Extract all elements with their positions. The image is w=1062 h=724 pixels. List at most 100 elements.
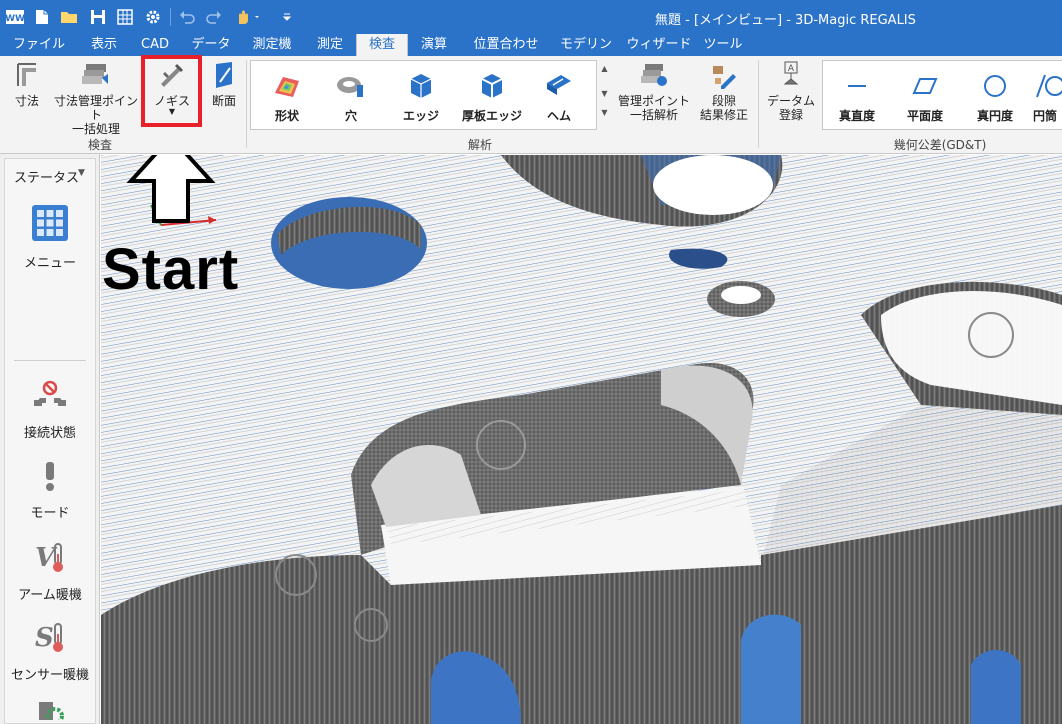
tab-tool[interactable]: ツール — [700, 34, 746, 56]
sensor-warmup-item[interactable]: S センサー暖機 — [8, 620, 92, 683]
management-point-icon — [616, 60, 692, 90]
group-label-analysis: 解析 — [467, 138, 492, 152]
gallery-expand-icon[interactable]: ▼ — [597, 108, 612, 117]
hand-icon[interactable] — [233, 6, 263, 28]
tab-calculation[interactable]: 演算 — [414, 34, 454, 56]
straightness-button[interactable]: 真直度 — [827, 71, 887, 124]
status-panel-title: ステータス — [14, 171, 80, 186]
tab-inspection[interactable]: 検査 — [356, 34, 408, 56]
cylindricity-icon — [1033, 71, 1062, 101]
svg-text:WW: WW — [6, 14, 24, 24]
save-icon[interactable] — [87, 6, 109, 28]
shape-label: 形状 — [274, 109, 299, 123]
shape-button[interactable]: 形状 — [257, 71, 317, 124]
management-point-batch-button[interactable]: 管理ポイント 一括解析 — [616, 60, 692, 132]
thick-edge-button[interactable]: 厚板エッジ — [457, 71, 527, 124]
tab-alignment[interactable]: 位置合わせ — [466, 34, 546, 56]
settings-item[interactable] — [8, 700, 92, 720]
analysis-gallery: 形状 穴 エッジ 厚板エッジ ヘム — [250, 60, 612, 130]
straightness-label: 真直度 — [838, 109, 875, 123]
mode-label: モード — [30, 506, 70, 521]
gallery-scroll-up-icon[interactable]: ▲ — [597, 64, 612, 73]
arm-warmup-label: アーム暖機 — [18, 588, 82, 603]
tab-measure[interactable]: 測定 — [310, 34, 350, 56]
step-gap-fix-button[interactable]: 段隙 結果修正 — [694, 60, 754, 132]
tab-measuring-machine[interactable]: 測定機 — [246, 34, 298, 56]
menu-grid-icon — [8, 204, 92, 246]
tab-wizard[interactable]: ウィザード — [626, 34, 692, 56]
step-gap-icon — [694, 60, 754, 90]
window-title: 無題 - [メインビュー] - 3D-Magic REGALIS — [655, 13, 916, 28]
menu-button[interactable]: メニュー — [8, 204, 92, 271]
circularity-button[interactable]: 真円度 — [965, 71, 1025, 124]
datum-label-line2: 登録 — [778, 108, 803, 122]
sensor-warmup-label: センサー暖機 — [10, 668, 89, 683]
cylindricity-button[interactable]: 円筒 — [1033, 71, 1062, 124]
mode-item[interactable]: モード — [8, 460, 92, 521]
grid-icon[interactable] — [114, 6, 136, 28]
circularity-icon — [965, 71, 1025, 101]
management-point-label-line1: 管理ポイント — [617, 94, 690, 108]
section-label: 断面 — [211, 94, 236, 108]
status-panel: ステータス ▼ メニュー 接続状態 モード V アーム暖機 S センサー暖機 — [0, 154, 100, 724]
straightness-icon — [827, 71, 887, 101]
connection-status-item[interactable]: 接続状態 — [8, 380, 92, 441]
hem-button[interactable]: ヘム — [529, 71, 589, 124]
edge-label: エッジ — [402, 109, 439, 123]
gear-icon[interactable] — [142, 6, 164, 28]
3d-viewport[interactable] — [101, 155, 1062, 724]
pin-icon[interactable]: ▼ — [78, 168, 85, 178]
group-separator — [758, 60, 759, 148]
caliper-highlight-box — [141, 55, 202, 127]
hem-label: ヘム — [546, 109, 571, 123]
gear-settings-icon — [8, 700, 92, 720]
thick-edge-icon — [457, 71, 527, 101]
gdt-gallery: 真直度 平面度 真円度 円筒 — [822, 60, 1062, 130]
arm-warmup-item[interactable]: V アーム暖機 — [8, 540, 92, 603]
svg-text:A: A — [788, 64, 795, 74]
step-gap-label-line1: 段隙 — [711, 94, 736, 108]
group-label-gdt: 幾何公差(GD&T) — [893, 138, 987, 152]
datum-label-line1: データム — [766, 94, 815, 108]
step-gap-label-line2: 結果修正 — [699, 108, 748, 122]
dimension-batch-label-line2: 一括処理 — [71, 122, 120, 136]
redo-icon[interactable] — [203, 6, 225, 28]
edge-button[interactable]: エッジ — [391, 71, 451, 124]
tab-data[interactable]: データ — [188, 34, 234, 56]
section-icon — [203, 60, 245, 90]
flatness-label: 平面度 — [906, 109, 943, 123]
undo-icon[interactable] — [176, 6, 198, 28]
tab-file[interactable]: ファイル — [12, 34, 66, 56]
dimension-button[interactable]: 寸法 — [6, 60, 48, 132]
flatness-icon — [895, 71, 955, 101]
hole-icon — [321, 71, 381, 101]
datum-register-button[interactable]: A データム 登録 — [762, 60, 820, 132]
arm-thermometer-icon: V — [8, 540, 92, 578]
new-file-icon[interactable] — [31, 6, 53, 28]
panel-divider — [14, 360, 86, 361]
hem-icon — [529, 71, 589, 101]
app-logo-icon[interactable]: WW — [4, 6, 26, 28]
mode-exclamation-icon — [8, 460, 92, 496]
open-folder-icon[interactable] — [58, 6, 80, 28]
gallery-scroll-down-icon[interactable]: ▼ — [597, 89, 612, 98]
scan-model-render — [101, 155, 1062, 724]
thick-edge-label: 厚板エッジ — [461, 109, 522, 123]
flatness-button[interactable]: 平面度 — [895, 71, 955, 124]
hole-button[interactable]: 穴 — [321, 71, 381, 124]
gallery-scrollbar[interactable]: ▲ ▼ ▼ — [596, 60, 612, 130]
dimension-icon — [6, 60, 48, 90]
dimension-batch-button[interactable]: 寸法管理ポイント 一括処理 — [50, 60, 142, 136]
shape-icon — [257, 71, 317, 101]
title-bar: WW 無題 - [メインビュー] - 3D-Magic REGALIS — [0, 0, 1062, 34]
section-button[interactable]: 断面 — [203, 60, 245, 132]
sensor-thermometer-icon: S — [8, 620, 92, 658]
customize-icon[interactable] — [276, 6, 298, 28]
tab-view[interactable]: 表示 — [82, 34, 126, 56]
connection-status-label: 接続状態 — [23, 426, 76, 441]
tab-modeling[interactable]: モデリング — [554, 34, 618, 74]
cylindricity-label: 円筒 — [1033, 109, 1058, 123]
tab-cad[interactable]: CAD — [136, 34, 174, 56]
group-separator — [246, 60, 247, 148]
disconnected-icon — [8, 380, 92, 416]
